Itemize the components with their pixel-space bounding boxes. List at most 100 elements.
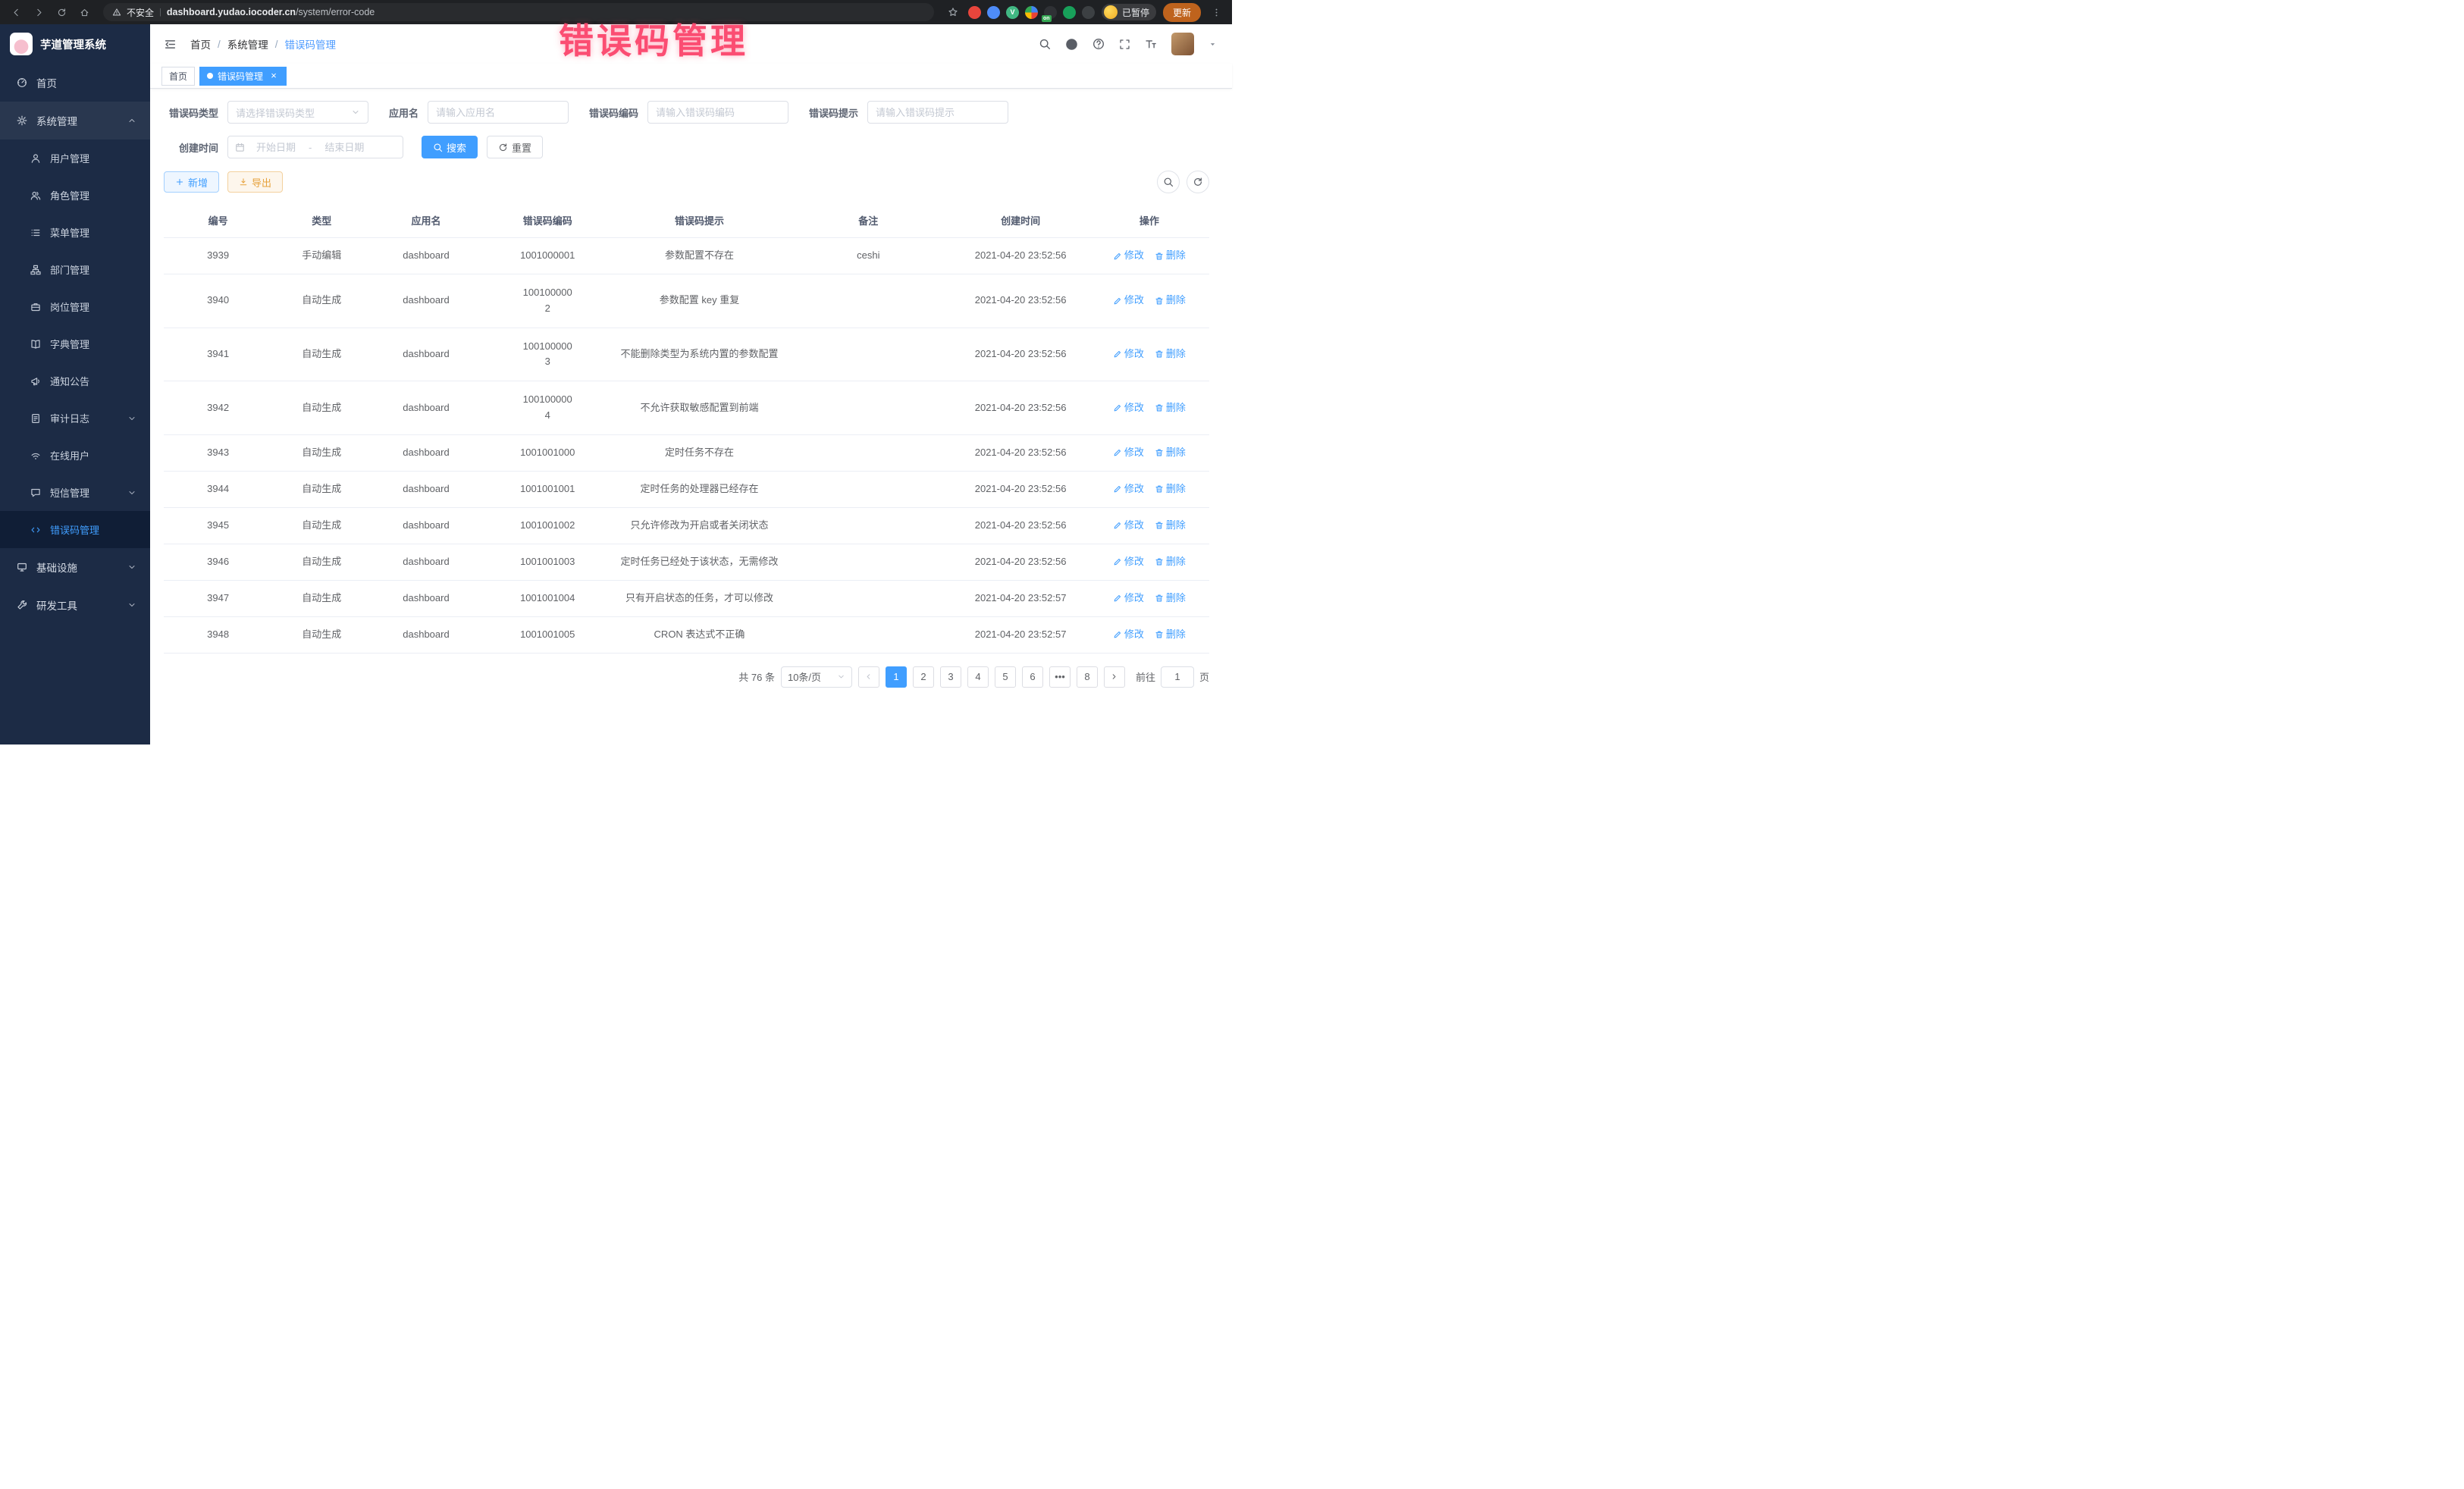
browser-extension-icon-3[interactable]: V	[1006, 6, 1019, 19]
edit-link[interactable]: 修改	[1113, 628, 1144, 642]
delete-link[interactable]: 删除	[1155, 482, 1186, 497]
start-date-input[interactable]	[248, 142, 304, 153]
edit-link[interactable]: 修改	[1113, 293, 1144, 308]
export-button[interactable]: 导出	[227, 171, 283, 193]
error-type-select[interactable]: 请选择错误码类型	[227, 101, 368, 124]
sidebar-item-dept-management[interactable]: 部门管理	[0, 251, 150, 288]
browser-extension-icon-2[interactable]	[987, 6, 1000, 19]
pager-more-button[interactable]: •••	[1049, 666, 1071, 688]
sidebar-item-sms-management[interactable]: 短信管理	[0, 474, 150, 511]
delete-link[interactable]: 删除	[1155, 293, 1186, 308]
fullscreen-icon[interactable]	[1119, 39, 1130, 50]
page-size-select[interactable]: 10条/页	[781, 666, 852, 688]
sidebar-item-online-users[interactable]: 在线用户	[0, 437, 150, 474]
cell-code: 1001001004	[481, 580, 614, 616]
edit-link[interactable]: 修改	[1113, 446, 1144, 460]
app-name-input[interactable]	[428, 101, 569, 124]
delete-link[interactable]: 删除	[1155, 555, 1186, 569]
cell-type: 自动生成	[272, 434, 371, 471]
toggle-search-button[interactable]	[1157, 171, 1180, 193]
page-button[interactable]: 8	[1077, 666, 1098, 688]
prev-page-button[interactable]	[858, 666, 879, 688]
delete-link[interactable]: 删除	[1155, 628, 1186, 642]
sidebar-item-dict-management[interactable]: 字典管理	[0, 325, 150, 362]
tab-error-code[interactable]: 错误码管理×	[199, 67, 287, 86]
edit-link[interactable]: 修改	[1113, 249, 1144, 263]
sidebar-item-dev-tools[interactable]: 研发工具	[0, 586, 150, 624]
browser-back-icon[interactable]	[8, 4, 24, 20]
sidebar-item-audit-log[interactable]: 审计日志	[0, 400, 150, 437]
cell-type: 自动生成	[272, 328, 371, 381]
page-button[interactable]: 1	[886, 666, 907, 688]
edit-link[interactable]: 修改	[1113, 591, 1144, 606]
user-avatar[interactable]	[1171, 33, 1194, 55]
error-code-input[interactable]	[647, 101, 788, 124]
cell-type: 自动生成	[272, 381, 371, 435]
reset-button[interactable]: 重置	[487, 136, 543, 158]
tab-home[interactable]: 首页	[161, 67, 195, 86]
jump-page-input[interactable]	[1161, 666, 1194, 688]
next-page-button[interactable]	[1104, 666, 1125, 688]
edit-link[interactable]: 修改	[1113, 519, 1144, 533]
browser-home-icon[interactable]	[76, 4, 92, 20]
page-button[interactable]: 3	[940, 666, 961, 688]
bookmark-star-icon[interactable]	[945, 4, 961, 20]
font-size-icon[interactable]	[1145, 38, 1157, 50]
sidebar-item-notice-management[interactable]: 通知公告	[0, 362, 150, 400]
cell-code: 1001000002	[481, 274, 614, 328]
browser-extension-icon-4[interactable]	[1025, 6, 1038, 19]
sidebar-item-post-management[interactable]: 岗位管理	[0, 288, 150, 325]
page-button[interactable]: 4	[967, 666, 989, 688]
sidebar-item-error-code-management[interactable]: 错误码管理	[0, 511, 150, 548]
log-icon	[30, 413, 41, 424]
browser-update-button[interactable]: 更新	[1163, 3, 1201, 22]
edit-link[interactable]: 修改	[1113, 482, 1144, 497]
github-icon[interactable]	[1065, 38, 1078, 51]
sidebar-item-user-management[interactable]: 用户管理	[0, 139, 150, 177]
address-bar[interactable]: 不安全 | dashboard.yudao.iocoder.cn/system/…	[103, 3, 934, 21]
sidebar-item-menu-management[interactable]: 菜单管理	[0, 214, 150, 251]
browser-extension-icon-7[interactable]	[1082, 6, 1095, 19]
profile-chip[interactable]: 已暂停	[1102, 4, 1156, 20]
sidebar-item-home[interactable]: 首页	[0, 64, 150, 102]
search-icon[interactable]	[1039, 38, 1051, 50]
chevron-down-icon[interactable]	[1208, 40, 1217, 49]
chevron-down-icon	[127, 563, 136, 572]
delete-link[interactable]: 删除	[1155, 249, 1186, 263]
browser-extension-icon-1[interactable]	[968, 6, 981, 19]
table-row: 3942自动生成dashboard1001000004不允许获取敏感配置到前端2…	[164, 381, 1209, 435]
refresh-table-button[interactable]	[1187, 171, 1209, 193]
breadcrumb-item[interactable]: 系统管理	[227, 36, 268, 52]
delete-link[interactable]: 删除	[1155, 591, 1186, 606]
error-hint-input[interactable]	[867, 101, 1008, 124]
help-icon[interactable]	[1092, 38, 1105, 50]
page-button[interactable]: 5	[995, 666, 1016, 688]
sidebar-item-role-management[interactable]: 角色管理	[0, 177, 150, 214]
create-time-range[interactable]: -	[227, 136, 403, 158]
edit-link[interactable]: 修改	[1113, 401, 1144, 415]
browser-reload-icon[interactable]	[53, 4, 70, 20]
sidebar-item-infrastructure[interactable]: 基础设施	[0, 548, 150, 586]
app-logo-row[interactable]: 芋道管理系统	[0, 24, 150, 64]
cell-remark: ceshi	[785, 238, 951, 274]
search-button[interactable]: 搜索	[422, 136, 478, 158]
browser-extension-icon-6[interactable]	[1063, 6, 1076, 19]
sidebar-collapse-icon[interactable]	[161, 35, 180, 54]
delete-link[interactable]: 删除	[1155, 401, 1186, 415]
close-icon[interactable]: ×	[268, 71, 279, 81]
browser-menu-icon[interactable]	[1208, 4, 1224, 20]
sidebar-item-system-management[interactable]: 系统管理	[0, 102, 150, 139]
browser-extension-icon-5[interactable]: on	[1044, 6, 1057, 19]
browser-forward-icon[interactable]	[30, 4, 47, 20]
delete-link[interactable]: 删除	[1155, 519, 1186, 533]
breadcrumb-item[interactable]: 首页	[190, 36, 211, 52]
page-button[interactable]: 2	[913, 666, 934, 688]
page-button[interactable]: 6	[1022, 666, 1043, 688]
delete-link[interactable]: 删除	[1155, 347, 1186, 362]
delete-link[interactable]: 删除	[1155, 446, 1186, 460]
edit-link[interactable]: 修改	[1113, 555, 1144, 569]
add-button[interactable]: 新增	[164, 171, 219, 193]
app-logo	[10, 33, 33, 55]
edit-link[interactable]: 修改	[1113, 347, 1144, 362]
end-date-input[interactable]	[316, 142, 372, 153]
